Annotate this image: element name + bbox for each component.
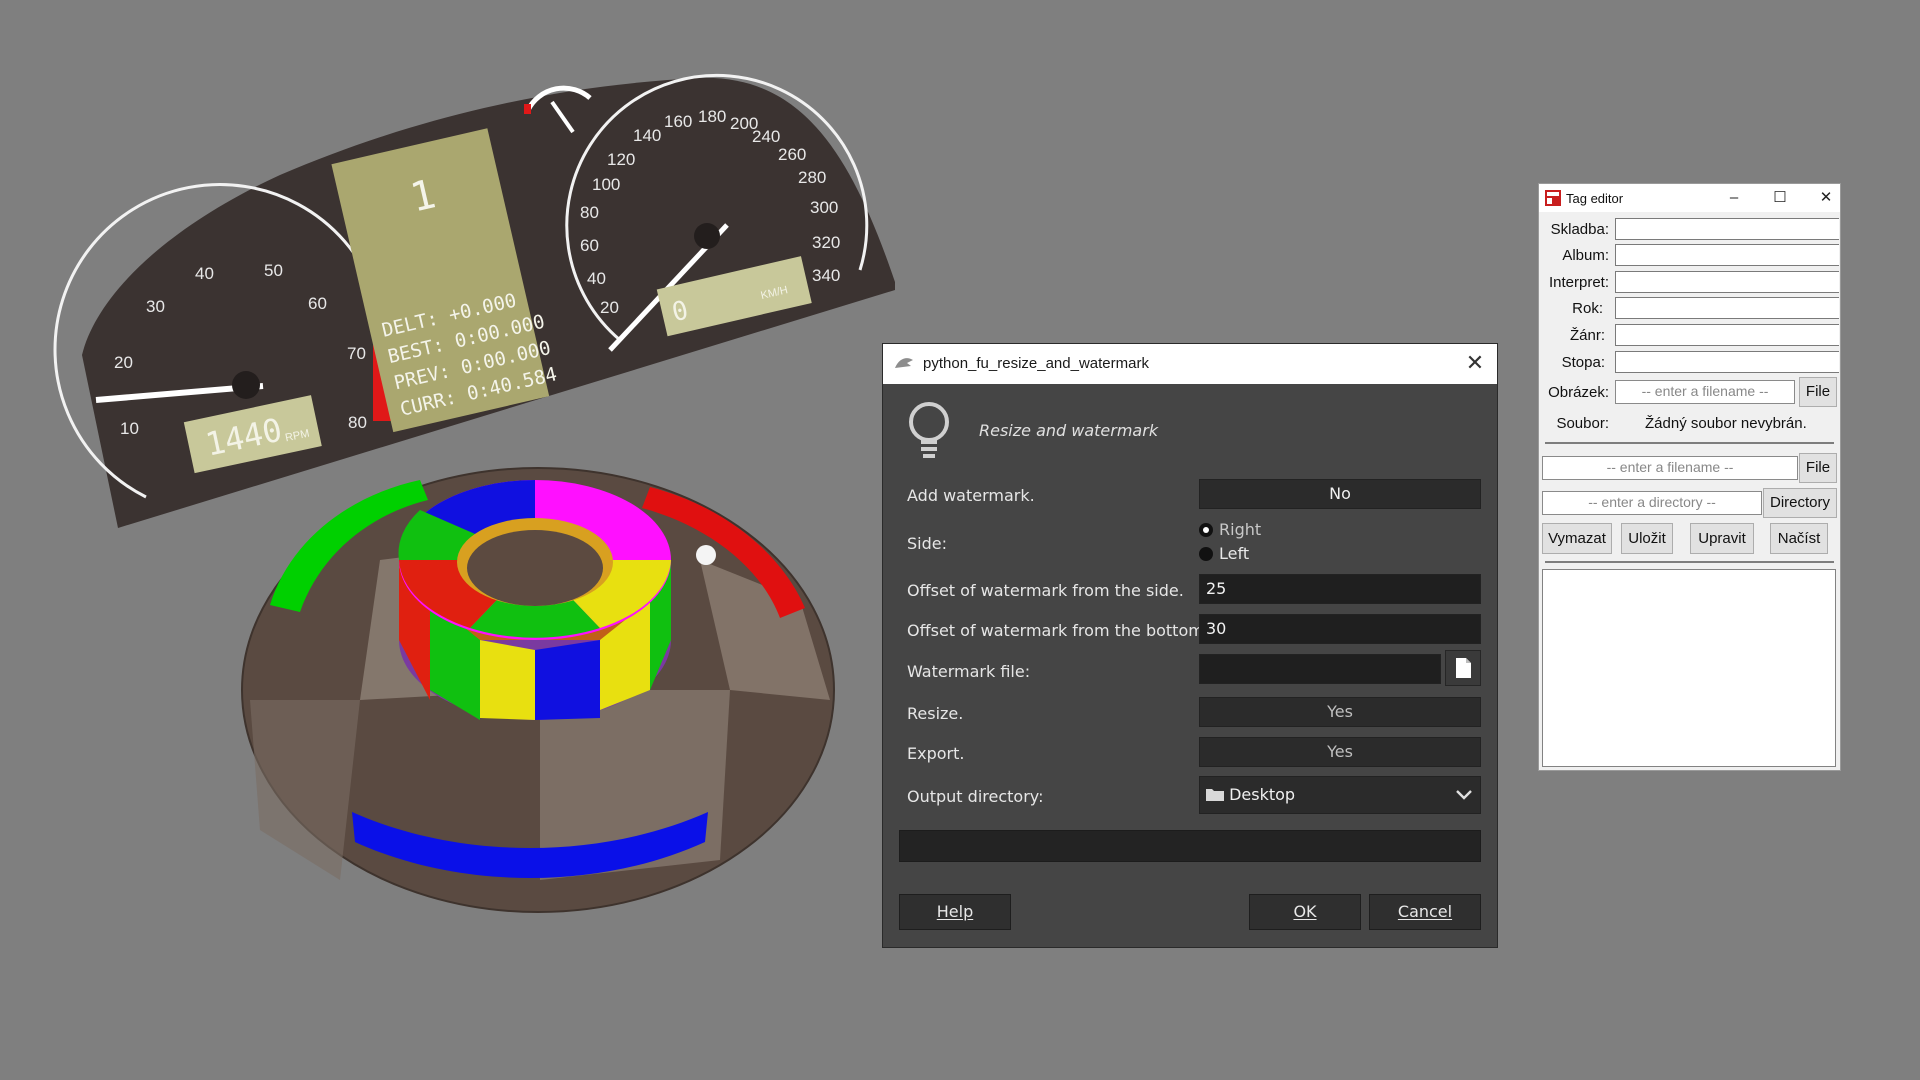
watermark-file-label: Watermark file: xyxy=(907,662,1031,681)
rpm-tick-50: 50 xyxy=(264,261,283,280)
tag-editor-title: Tag editor xyxy=(1566,191,1624,206)
speed-tick-140: 140 xyxy=(633,126,661,145)
ok-button[interactable]: OK xyxy=(1249,894,1361,930)
speed-tick-20: 20 xyxy=(600,298,619,317)
vymazat-button[interactable]: Vymazat xyxy=(1542,523,1612,554)
zanr-label: Žánr: xyxy=(1569,327,1605,344)
album-input[interactable] xyxy=(1615,244,1839,266)
chevron-down-icon xyxy=(1456,790,1472,800)
side-label: Side: xyxy=(907,534,947,553)
offset-bottom-input[interactable]: 30 xyxy=(1199,614,1481,644)
progress-bar xyxy=(899,830,1481,862)
rok-label: Rok: xyxy=(1572,300,1603,317)
interpret-label: Interpret: xyxy=(1548,274,1609,291)
speed-tick-40: 40 xyxy=(587,269,606,288)
speed-tick-260: 260 xyxy=(778,145,806,164)
white-ball xyxy=(696,545,716,565)
side-option-right: Right xyxy=(1219,520,1262,539)
radio-unselected-icon xyxy=(1199,547,1213,561)
obrazek-filename-input[interactable]: -- enter a filename -- xyxy=(1615,380,1795,404)
rok-input[interactable] xyxy=(1615,297,1839,319)
skladba-label: Skladba: xyxy=(1550,221,1609,238)
rpm-tick-70: 70 xyxy=(347,344,366,363)
obrazek-file-button[interactable]: File xyxy=(1799,377,1837,407)
speed-tick-120: 120 xyxy=(607,150,635,169)
dialog-title: python_fu_resize_and_watermark xyxy=(923,355,1149,372)
nacist-button[interactable]: Načíst xyxy=(1770,523,1828,554)
rpm-tick-10: 10 xyxy=(120,419,139,438)
speed-tick-280: 280 xyxy=(798,168,826,187)
dialog-titlebar: python_fu_resize_and_watermark ✕ xyxy=(883,344,1497,384)
resize-label: Resize. xyxy=(907,704,964,723)
directory-input[interactable]: -- enter a directory -- xyxy=(1542,491,1762,515)
folder-icon xyxy=(1206,789,1224,801)
speed-tick-300: 300 xyxy=(810,198,838,217)
speed-tick-160: 160 xyxy=(664,112,692,131)
resize-watermark-dialog: python_fu_resize_and_watermark ✕ Resize … xyxy=(883,344,1497,947)
offset-bottom-label: Offset of watermark from the bottom. xyxy=(907,621,1209,640)
rpm-tick-60: 60 xyxy=(308,294,327,313)
resize-toggle[interactable]: Yes xyxy=(1199,697,1481,727)
minimize-icon[interactable]: – xyxy=(1719,186,1749,210)
lightbulb-icon xyxy=(909,402,949,458)
browse-file-button[interactable] xyxy=(1445,650,1481,686)
output-textarea[interactable] xyxy=(1542,569,1836,767)
directory-button[interactable]: Directory xyxy=(1763,488,1837,518)
zanr-input[interactable] xyxy=(1615,324,1839,346)
speed-tick-180: 180 xyxy=(698,107,726,126)
interpret-input[interactable] xyxy=(1615,271,1839,293)
cancel-button[interactable]: Cancel xyxy=(1369,894,1481,930)
soubor-value: Žádný soubor nevybrán. xyxy=(1645,415,1807,432)
side-option-left: Left xyxy=(1219,544,1250,563)
rpm-tick-80: 80 xyxy=(348,413,367,432)
stopa-label: Stopa: xyxy=(1561,354,1605,371)
output-directory-select[interactable]: Desktop xyxy=(1199,776,1481,814)
offset-side-label: Offset of watermark from the side. xyxy=(907,581,1184,600)
side-radio-right[interactable]: Right xyxy=(1199,520,1261,539)
rpm-tick-30: 30 xyxy=(146,297,165,316)
speed-tick-100: 100 xyxy=(592,175,620,194)
export-toggle[interactable]: Yes xyxy=(1199,737,1481,767)
rpm-tick-20: 20 xyxy=(114,353,133,372)
gimp-icon xyxy=(895,358,913,368)
help-button[interactable]: Help xyxy=(899,894,1011,930)
offset-side-input[interactable]: 25 xyxy=(1199,574,1481,604)
export-label: Export. xyxy=(907,744,965,763)
speed-tick-340: 340 xyxy=(812,266,840,285)
watermark-file-input[interactable] xyxy=(1199,654,1441,684)
speed-tick-60: 60 xyxy=(580,236,599,255)
app-icon xyxy=(1545,190,1561,206)
speed-tick-80: 80 xyxy=(580,203,599,222)
radio-selected-icon xyxy=(1199,523,1213,537)
output-directory-label: Output directory: xyxy=(907,787,1044,806)
separator xyxy=(1545,561,1834,563)
rpm-tick-40: 40 xyxy=(195,264,214,283)
soubor-label: Soubor: xyxy=(1556,415,1609,432)
document-icon xyxy=(1456,658,1471,678)
speed-tick-320: 320 xyxy=(812,233,840,252)
output-directory-value: Desktop xyxy=(1229,785,1296,804)
dialog-subtitle: Resize and watermark xyxy=(979,421,1159,440)
ulozit-button[interactable]: Uložit xyxy=(1621,523,1673,554)
separator xyxy=(1545,442,1834,444)
obrazek-label: Obrázek: xyxy=(1548,384,1609,401)
skladba-input[interactable] xyxy=(1615,218,1839,240)
side-radio-left[interactable]: Left xyxy=(1199,544,1249,563)
maximize-icon[interactable]: ☐ xyxy=(1765,186,1795,210)
add-watermark-label: Add watermark. xyxy=(907,486,1035,505)
file-button[interactable]: File xyxy=(1799,453,1837,483)
filename-input[interactable]: -- enter a filename -- xyxy=(1542,456,1798,480)
speed-tick-240: 240 xyxy=(752,127,780,146)
upravit-button[interactable]: Upravit xyxy=(1690,523,1754,554)
close-icon[interactable]: ✕ xyxy=(1461,350,1489,378)
tag-editor-titlebar: Tag editor – ☐ ✕ xyxy=(1539,184,1840,212)
close-icon[interactable]: ✕ xyxy=(1811,186,1841,210)
tag-editor-window: Tag editor – ☐ ✕ Skladba: Album: Interpr… xyxy=(1539,184,1840,770)
add-watermark-toggle[interactable]: No xyxy=(1199,479,1481,509)
album-label: Album: xyxy=(1562,247,1609,264)
3d-scene-viewport: 10 20 30 40 50 60 70 80 1440 RPM 1 DELT:… xyxy=(53,73,895,913)
stopa-input[interactable] xyxy=(1615,351,1839,373)
